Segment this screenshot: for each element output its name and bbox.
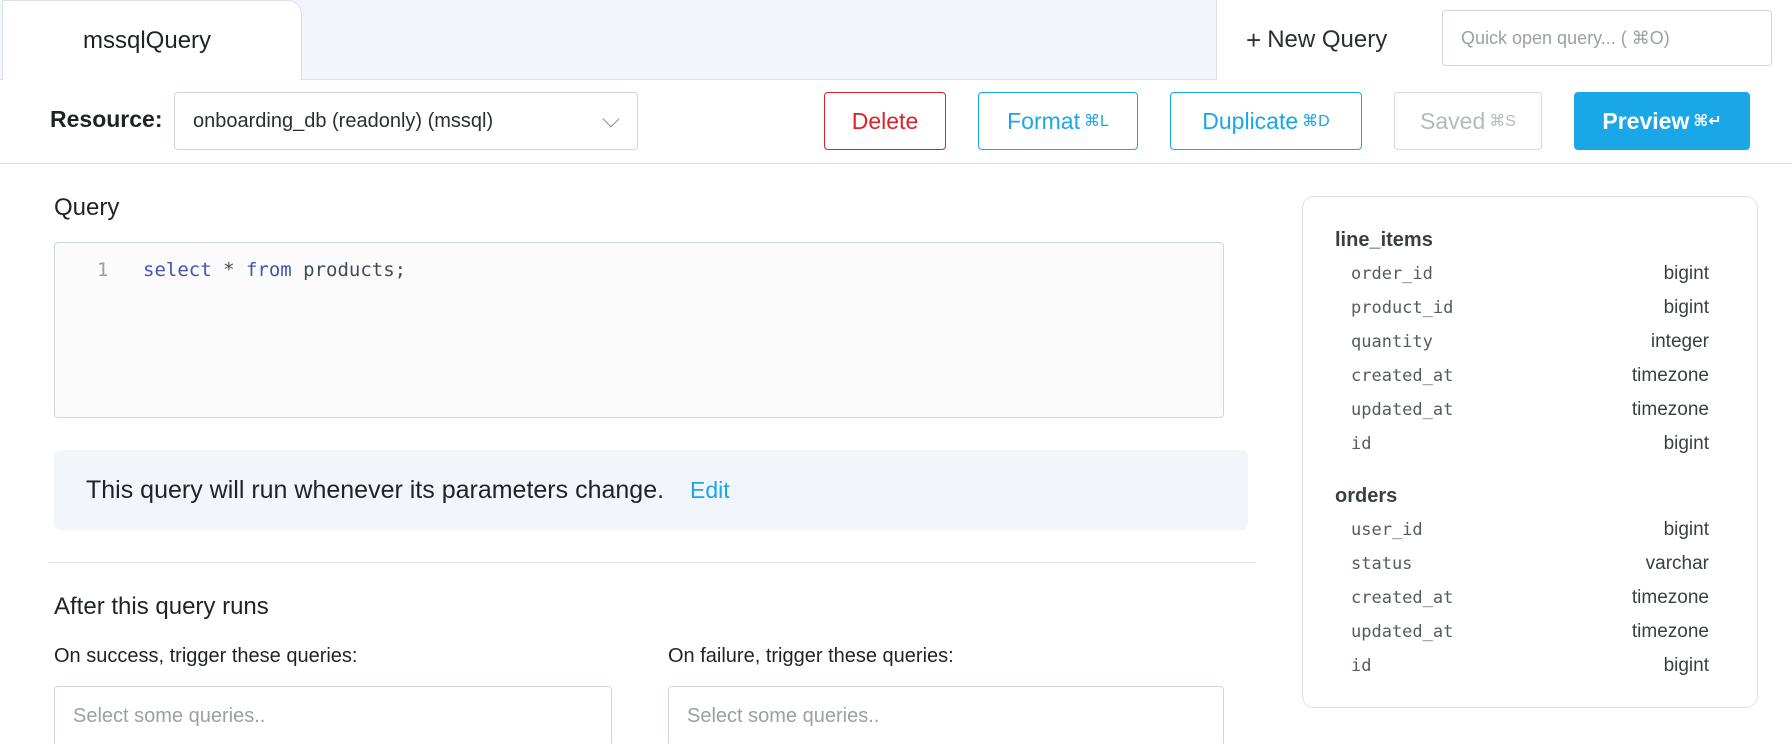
column-type: timezone (1631, 399, 1709, 420)
quick-open-input[interactable] (1442, 10, 1772, 66)
schema-column-row: created_at timezone (1351, 583, 1709, 613)
column-type: varchar (1645, 553, 1709, 574)
column-type: bigint (1663, 263, 1709, 284)
delete-button-label: Delete (851, 107, 919, 134)
column-name: id (1351, 656, 1372, 676)
new-query-button[interactable]: + New Query (1246, 18, 1387, 62)
duplicate-shortcut: ⌘D (1302, 113, 1330, 130)
success-triggers-label: On success, trigger these queries: (54, 645, 358, 667)
saved-button[interactable]: Saved ⌘S (1394, 92, 1542, 150)
column-name: updated_at (1351, 622, 1454, 642)
schema-table-name[interactable]: orders (1335, 485, 1397, 508)
column-name: quantity (1351, 332, 1433, 352)
plus-icon: + (1246, 24, 1262, 55)
column-type: integer (1650, 331, 1709, 352)
schema-table-name[interactable]: line_items (1335, 229, 1433, 252)
column-type: bigint (1663, 655, 1709, 676)
saved-shortcut: ⌘S (1489, 113, 1516, 130)
code-operator: * (211, 259, 246, 281)
column-name: updated_at (1351, 400, 1454, 420)
failure-queries-select[interactable]: Select some queries.. (668, 686, 1224, 744)
schema-column-row: status varchar (1351, 549, 1709, 579)
preview-button[interactable]: Preview ⌘↵ (1574, 92, 1750, 150)
tab-mssqlquery[interactable]: mssqlQuery (2, 0, 302, 81)
new-query-label: New Query (1267, 26, 1388, 53)
schema-column-row: product_id bigint (1351, 293, 1709, 323)
schema-column-row: order_id bigint (1351, 259, 1709, 289)
column-name: user_id (1351, 520, 1423, 540)
sql-code-editor[interactable]: 1 select * from products; (54, 242, 1224, 418)
resource-select-value: onboarding_db (readonly) (mssql) (193, 109, 494, 132)
column-name: status (1351, 554, 1413, 574)
column-type: bigint (1663, 433, 1709, 454)
resource-select[interactable]: onboarding_db (readonly) (mssql) (174, 92, 638, 150)
schema-column-row: id bigint (1351, 651, 1709, 681)
column-type: bigint (1663, 519, 1709, 540)
column-type: timezone (1631, 365, 1709, 386)
column-type: timezone (1631, 587, 1709, 608)
saved-button-label: Saved (1420, 107, 1486, 134)
code-table-name: products; (291, 259, 407, 281)
duplicate-button-label: Duplicate (1202, 107, 1299, 134)
format-button[interactable]: Format ⌘L (978, 92, 1138, 150)
run-trigger-notice: This query will run whenever its paramet… (54, 450, 1248, 530)
column-name: order_id (1351, 264, 1433, 284)
line-number: 1 (97, 259, 109, 281)
schema-column-row: created_at timezone (1351, 361, 1709, 391)
code-line: select * from products; (143, 259, 406, 281)
preview-shortcut: ⌘↵ (1693, 113, 1722, 130)
notice-text: This query will run whenever its paramet… (86, 475, 665, 504)
chevron-down-icon (602, 110, 620, 128)
success-queries-select[interactable]: Select some queries.. (54, 686, 612, 744)
column-name: product_id (1351, 298, 1454, 318)
column-name: id (1351, 434, 1372, 454)
schema-column-row: updated_at timezone (1351, 395, 1709, 425)
format-button-label: Format (1007, 107, 1080, 134)
query-section-title: Query (54, 194, 120, 221)
code-keyword-from: from (245, 259, 292, 281)
schema-column-row: quantity integer (1351, 327, 1709, 357)
schema-column-row: updated_at timezone (1351, 617, 1709, 647)
resource-label: Resource: (50, 106, 163, 132)
preview-button-label: Preview (1602, 107, 1690, 134)
schema-column-row: id bigint (1351, 429, 1709, 459)
code-keyword-select: select (143, 259, 212, 281)
column-type: bigint (1663, 297, 1709, 318)
schema-column-row: user_id bigint (1351, 515, 1709, 545)
query-toolbar: Resource: onboarding_db (readonly) (mssq… (0, 80, 1792, 164)
failure-select-placeholder: Select some queries.. (687, 704, 880, 727)
success-select-placeholder: Select some queries.. (73, 704, 266, 727)
tab-label: mssqlQuery (83, 27, 212, 54)
section-divider (48, 562, 1256, 563)
failure-triggers-label: On failure, trigger these queries: (668, 645, 954, 667)
after-run-section-title: After this query runs (54, 593, 269, 620)
column-name: created_at (1351, 588, 1454, 608)
column-name: created_at (1351, 366, 1454, 386)
edit-link[interactable]: Edit (690, 477, 730, 504)
schema-browser-panel: line_items order_id bigint product_id bigi… (1302, 196, 1758, 708)
delete-button[interactable]: Delete (824, 92, 946, 150)
format-shortcut: ⌘L (1083, 113, 1109, 130)
column-type: timezone (1631, 621, 1709, 642)
duplicate-button[interactable]: Duplicate ⌘D (1170, 92, 1362, 150)
